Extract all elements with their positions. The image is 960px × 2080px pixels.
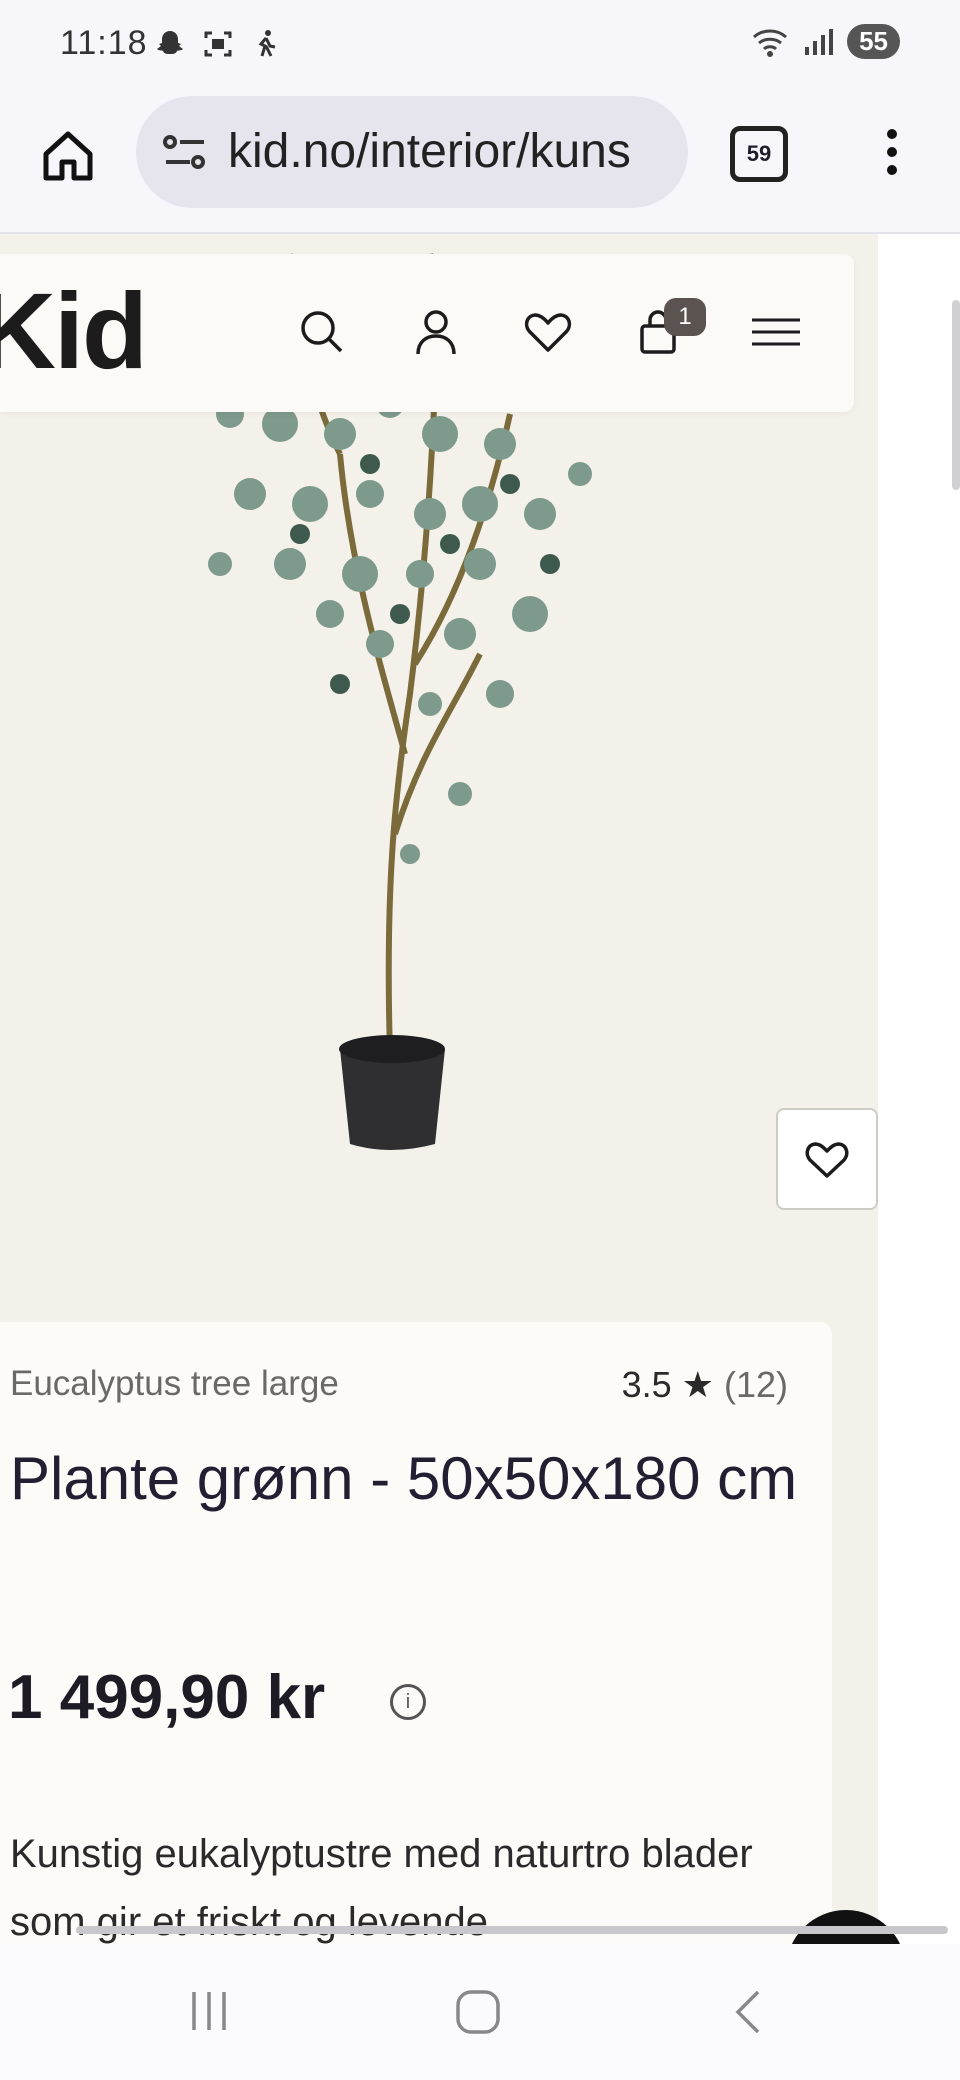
walking-icon — [258, 30, 276, 57]
site-settings-icon[interactable] — [162, 132, 208, 172]
back-icon[interactable] — [728, 1988, 768, 2036]
product-rating[interactable]: 3.5 ★ (12) — [622, 1364, 788, 1406]
star-icon: ★ — [681, 1364, 714, 1405]
url-text[interactable]: kid.no/interior/kuns — [228, 124, 631, 179]
menu-dots-icon[interactable] — [874, 126, 910, 182]
status-system-icons: 55 — [751, 24, 900, 59]
hamburger-menu-icon[interactable] — [750, 306, 802, 358]
address-bar[interactable]: kid.no/interior/kuns — [136, 96, 688, 208]
status-notification-icons — [154, 28, 282, 60]
system-navigation-bar — [0, 1944, 960, 2080]
horizontal-scrollbar[interactable] — [76, 1926, 948, 1934]
signal-icon — [805, 28, 834, 55]
vertical-scrollbar[interactable] — [952, 300, 960, 490]
wifi-icon — [753, 29, 788, 57]
wishlist-icon[interactable] — [522, 306, 574, 358]
product-page: Kid 1 Eucalyptus tree large 3.5 ★ (12) P… — [0, 234, 878, 1944]
battery-indicator: 55 — [847, 24, 900, 59]
product-info-card: Eucalyptus tree large 3.5 ★ (12) Plante … — [0, 1322, 832, 1944]
account-icon[interactable] — [410, 306, 462, 358]
snapchat-icon — [157, 31, 183, 54]
status-time: 11:18 — [60, 24, 148, 62]
status-bar: 11:18 55 — [0, 0, 960, 92]
page-right-margin — [878, 234, 960, 1944]
screenshot-icon — [204, 31, 232, 57]
browser-toolbar: kid.no/interior/kuns 59 — [0, 92, 960, 234]
search-icon[interactable] — [296, 306, 348, 358]
product-subtitle: Eucalyptus tree large — [10, 1364, 339, 1403]
review-count: (12) — [723, 1364, 788, 1405]
add-to-wishlist-button[interactable] — [776, 1108, 878, 1210]
home-nav-icon[interactable] — [454, 1988, 502, 2036]
tab-switcher-button[interactable]: 59 — [730, 126, 788, 182]
rating-value: 3.5 — [621, 1364, 672, 1405]
price-info-icon[interactable]: i — [390, 1684, 426, 1720]
recent-apps-icon[interactable] — [186, 1988, 232, 2034]
site-header: Kid 1 — [0, 254, 854, 412]
product-price: 1 499,90 kr — [8, 1663, 326, 1732]
heart-icon — [805, 1142, 849, 1178]
site-logo[interactable]: Kid — [0, 268, 148, 393]
cart-count-badge: 1 — [664, 298, 706, 336]
home-icon[interactable] — [40, 128, 96, 184]
product-title: Plante grønn - 50x50x180 cm — [10, 1445, 798, 1512]
